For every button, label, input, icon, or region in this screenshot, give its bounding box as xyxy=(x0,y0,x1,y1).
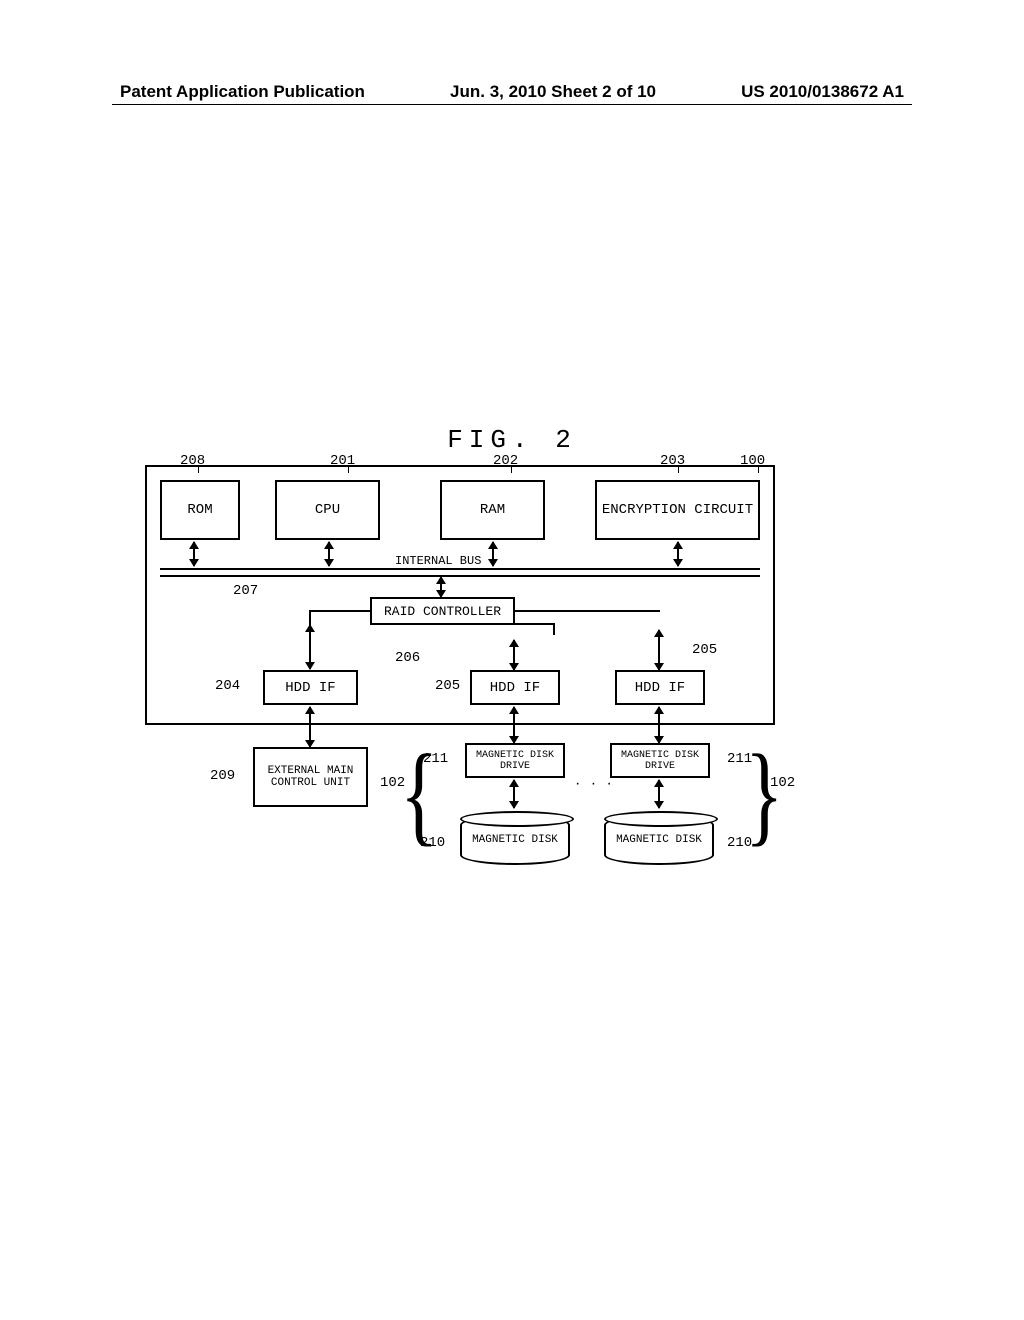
raid-controller-block: RAID CONTROLLER xyxy=(370,597,515,625)
arrow-raid-hdd3 xyxy=(658,630,660,670)
ref-102a: 102 xyxy=(380,775,405,791)
bus-label: INTERNAL BUS xyxy=(395,554,481,568)
mag-disk-drive-1: MAGNETIC DISK DRIVE xyxy=(465,743,565,778)
internal-bus-top xyxy=(160,568,760,570)
internal-bus-bottom xyxy=(160,575,760,577)
arrow-mdd2-disk2 xyxy=(658,780,660,808)
arrow-raid-hdd1 xyxy=(309,625,311,669)
arrow-rom-bus xyxy=(193,542,195,566)
curly-left: { xyxy=(400,739,438,851)
header-left: Patent Application Publication xyxy=(120,82,365,102)
arrow-mdd1-disk1 xyxy=(513,780,515,808)
page-header: Patent Application Publication Jun. 3, 2… xyxy=(0,82,1024,102)
rom-block: ROM xyxy=(160,480,240,540)
mag-disk-drive-2: MAGNETIC DISK DRIVE xyxy=(610,743,710,778)
header-right: US 2010/0138672 A1 xyxy=(741,82,904,102)
ref-204: 204 xyxy=(215,678,240,694)
ref-205a: 205 xyxy=(435,678,460,694)
cpu-block: CPU xyxy=(275,480,380,540)
hdd-if-3: HDD IF xyxy=(615,670,705,705)
ref-206: 206 xyxy=(395,650,420,666)
arrow-hdd1-ext xyxy=(309,707,311,747)
header-rule xyxy=(112,104,912,105)
arrow-hdd2-mdd1 xyxy=(513,707,515,743)
arrow-cpu-bus xyxy=(328,542,330,566)
magnetic-disk-2: MAGNETIC DISK xyxy=(604,815,714,865)
curly-right: } xyxy=(745,739,783,851)
diagram-fig2: 208 201 202 203 100 ROM CPU RAM ENCRYPTI… xyxy=(145,455,895,885)
arrow-hdd3-mdd2 xyxy=(658,707,660,743)
arrow-enc-bus xyxy=(677,542,679,566)
hdd-if-2: HDD IF xyxy=(470,670,560,705)
ram-block: RAM xyxy=(440,480,545,540)
ref-102b: 102 xyxy=(770,775,795,791)
external-main-control: EXTERNAL MAIN CONTROL UNIT xyxy=(253,747,368,807)
arrow-raid-hdd2 xyxy=(513,640,515,670)
ref-209: 209 xyxy=(210,768,235,784)
ref-207: 207 xyxy=(233,583,258,599)
figure-title: FIG. 2 xyxy=(0,425,1024,455)
hdd-if-1: HDD IF xyxy=(263,670,358,705)
header-center: Jun. 3, 2010 Sheet 2 of 10 xyxy=(450,82,656,102)
encryption-block: ENCRYPTION CIRCUIT xyxy=(595,480,760,540)
arrow-bus-raid xyxy=(440,577,442,597)
ref-205b: 205 xyxy=(692,642,717,658)
magnetic-disk-1: MAGNETIC DISK xyxy=(460,815,570,865)
arrow-ram-bus xyxy=(492,542,494,566)
ellipsis-dots: · · · xyxy=(575,775,615,793)
